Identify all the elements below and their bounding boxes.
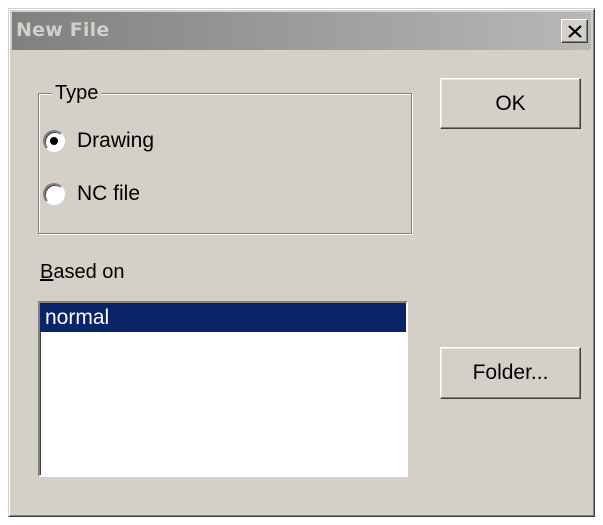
close-button[interactable] bbox=[561, 19, 588, 43]
type-groupbox: Type bbox=[38, 81, 412, 234]
radio-label-nc-file: NC file bbox=[77, 182, 141, 205]
close-icon bbox=[568, 25, 582, 38]
based-on-label: Based on bbox=[40, 261, 125, 284]
list-item-normal[interactable]: normal bbox=[40, 303, 406, 332]
radio-nc-file[interactable]: NC file bbox=[43, 180, 140, 208]
radio-button-drawing[interactable] bbox=[43, 130, 65, 152]
title-bar[interactable]: New File bbox=[12, 12, 591, 50]
based-on-label-text: ased on bbox=[53, 261, 125, 283]
window-title: New File bbox=[16, 19, 110, 41]
based-on-mnemonic: B bbox=[40, 261, 54, 283]
folder-button[interactable]: Folder... bbox=[440, 347, 581, 399]
ok-button[interactable]: OK bbox=[440, 78, 581, 129]
radio-label-drawing: Drawing bbox=[77, 129, 155, 152]
radio-selected-dot bbox=[50, 137, 58, 145]
radio-button-nc-file[interactable] bbox=[43, 183, 65, 205]
radio-drawing[interactable]: Drawing bbox=[43, 127, 154, 155]
new-file-dialog: New File Type Drawing NC file OK Based o… bbox=[8, 8, 595, 517]
based-on-listbox[interactable]: normal bbox=[38, 301, 408, 477]
type-group-label: Type bbox=[52, 81, 102, 105]
